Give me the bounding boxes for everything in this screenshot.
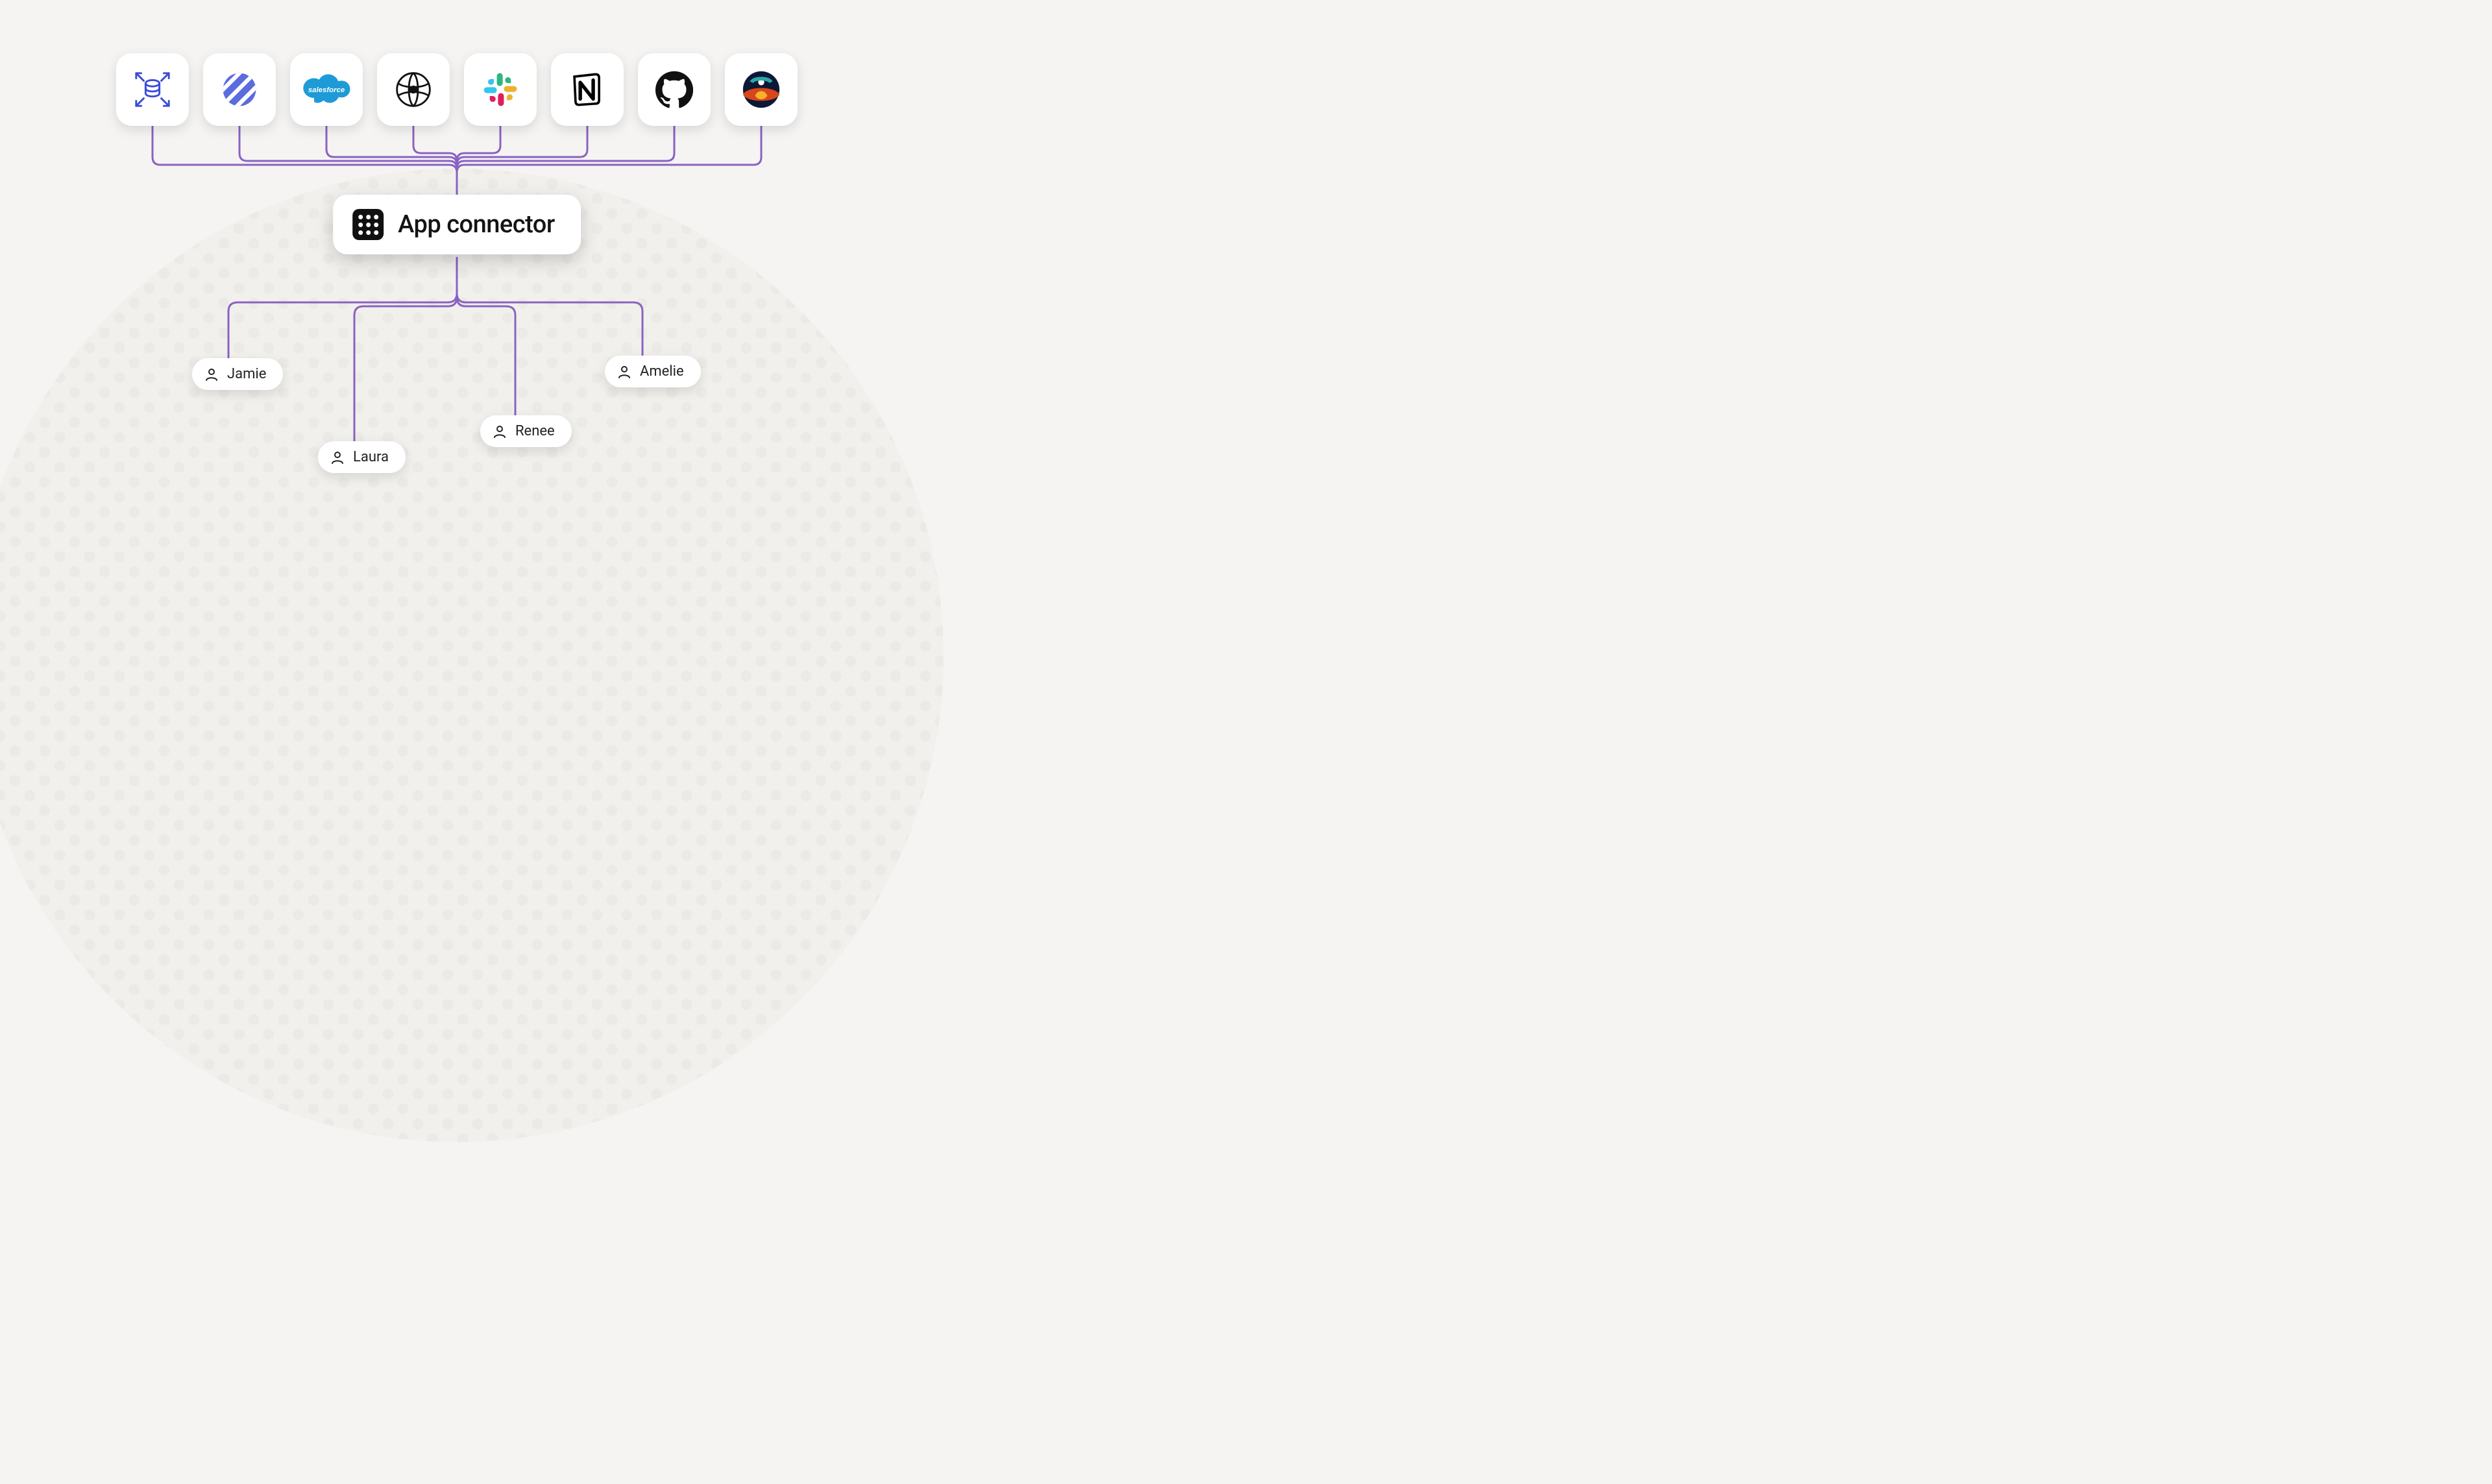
app-tile-slack: [464, 53, 537, 126]
app-tile-aws-rds: [116, 53, 189, 126]
person-icon: [204, 367, 219, 382]
atlassian-icon: [742, 70, 781, 109]
user-pill-renee: Renee: [480, 415, 572, 447]
user-name: Laura: [353, 449, 389, 465]
user-pill-laura: Laura: [318, 441, 406, 473]
slack-icon: [482, 71, 519, 108]
diagram-stage: salesforce: [0, 0, 914, 545]
user-pill-amelie: Amelie: [605, 356, 701, 387]
hub-label: App connector: [398, 210, 555, 239]
notion-icon: [568, 71, 606, 108]
user-name: Jamie: [227, 366, 266, 382]
app-tile-salesforce: salesforce: [290, 53, 363, 126]
app-tile-linear: [203, 53, 276, 126]
globe-backdrop: [0, 169, 944, 1142]
github-icon: [655, 71, 693, 108]
aws-rds-icon: [132, 69, 173, 110]
svg-text:salesforce: salesforce: [308, 86, 345, 94]
grid-9-icon: [352, 209, 384, 240]
hub-card: App connector: [333, 195, 581, 254]
app-tile-notion: [551, 53, 624, 126]
user-pill-jamie: Jamie: [192, 358, 283, 390]
user-name: Renee: [515, 423, 555, 439]
user-name: Amelie: [640, 363, 684, 380]
app-row: salesforce: [116, 53, 798, 126]
person-icon: [330, 450, 345, 465]
app-tile-okta: [377, 53, 450, 126]
person-icon: [617, 364, 632, 380]
okta-icon: [394, 70, 433, 109]
app-tile-github: [638, 53, 711, 126]
app-tile-atlassian: [725, 53, 798, 126]
linear-icon: [221, 71, 258, 108]
salesforce-icon: salesforce: [302, 72, 351, 107]
person-icon: [492, 424, 507, 439]
